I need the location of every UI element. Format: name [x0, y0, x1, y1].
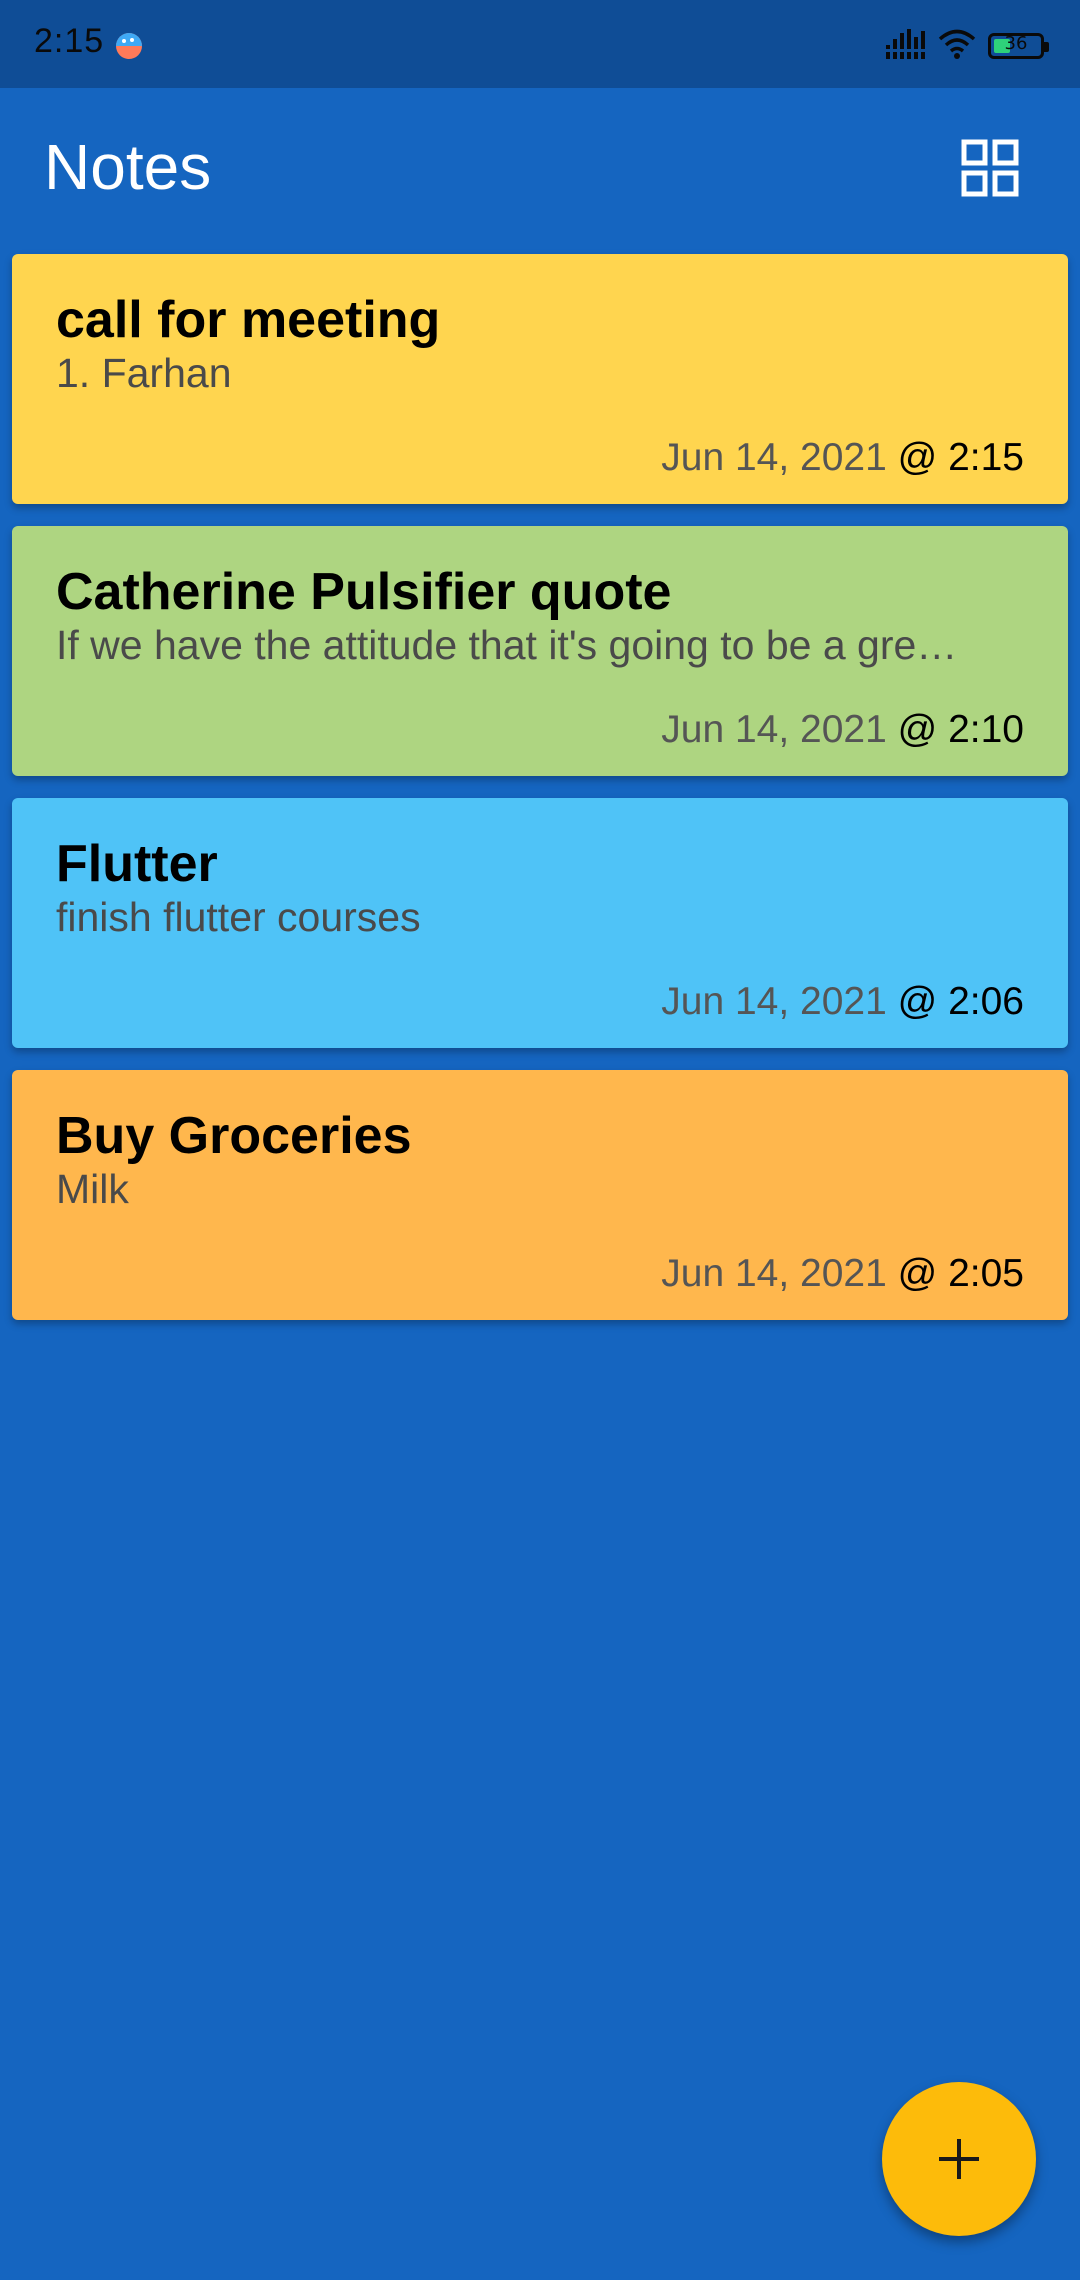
note-body: If we have the attitude that it's going … — [56, 622, 958, 668]
notes-list: call for meeting 1. Farhan Jun 14, 2021 … — [12, 254, 1068, 1342]
note-date: Jun 14, 2021 — [661, 980, 887, 1023]
battery-nub — [1044, 42, 1049, 52]
note-body: Milk — [56, 1166, 129, 1212]
add-note-button[interactable] — [882, 2082, 1036, 2236]
note-title: Flutter — [56, 835, 218, 893]
note-time: @ 2:10 — [897, 708, 1024, 751]
status-bar: 2:15 36 — [0, 0, 1080, 88]
note-title: Buy Groceries — [56, 1107, 412, 1165]
note-title: call for meeting — [56, 291, 441, 349]
note-date: Jun 14, 2021 — [661, 708, 887, 751]
page-title: Notes — [44, 131, 212, 203]
note-timestamp: Jun 14, 2021 @ 2:10 — [661, 708, 1024, 752]
note-card[interactable]: Flutter finish flutter courses Jun 14, 2… — [12, 798, 1068, 1048]
note-title: Catherine Pulsifier quote — [56, 563, 672, 621]
app-bar: Notes — [0, 88, 1080, 248]
battery-icon: 36 — [988, 33, 1049, 59]
note-body: finish flutter courses — [56, 894, 421, 940]
grid-view-icon — [961, 139, 1019, 197]
note-time: @ 2:06 — [897, 980, 1024, 1023]
status-time: 2:15 — [34, 22, 105, 60]
note-date: Jun 14, 2021 — [661, 436, 887, 479]
wifi-icon — [938, 28, 976, 65]
note-time: @ 2:15 — [897, 436, 1024, 479]
signal-icon — [884, 27, 926, 66]
battery-level-text: 36 — [1004, 33, 1028, 54]
note-timestamp: Jun 14, 2021 @ 2:15 — [661, 436, 1024, 480]
note-card[interactable]: Catherine Pulsifier quote If we have the… — [12, 526, 1068, 776]
note-timestamp: Jun 14, 2021 @ 2:05 — [661, 1252, 1024, 1296]
grid-view-button[interactable] — [960, 138, 1020, 198]
note-body: 1. Farhan — [56, 350, 232, 396]
note-card[interactable]: call for meeting 1. Farhan Jun 14, 2021 … — [12, 254, 1068, 504]
note-time: @ 2:05 — [897, 1252, 1024, 1295]
note-timestamp: Jun 14, 2021 @ 2:06 — [661, 980, 1024, 1024]
status-icons: 36 — [884, 26, 1049, 66]
app-notification-icon — [115, 32, 143, 60]
note-card[interactable]: Buy Groceries Milk Jun 14, 2021 @ 2:05 — [12, 1070, 1068, 1320]
note-date: Jun 14, 2021 — [661, 1252, 887, 1295]
add-icon — [939, 2139, 979, 2179]
